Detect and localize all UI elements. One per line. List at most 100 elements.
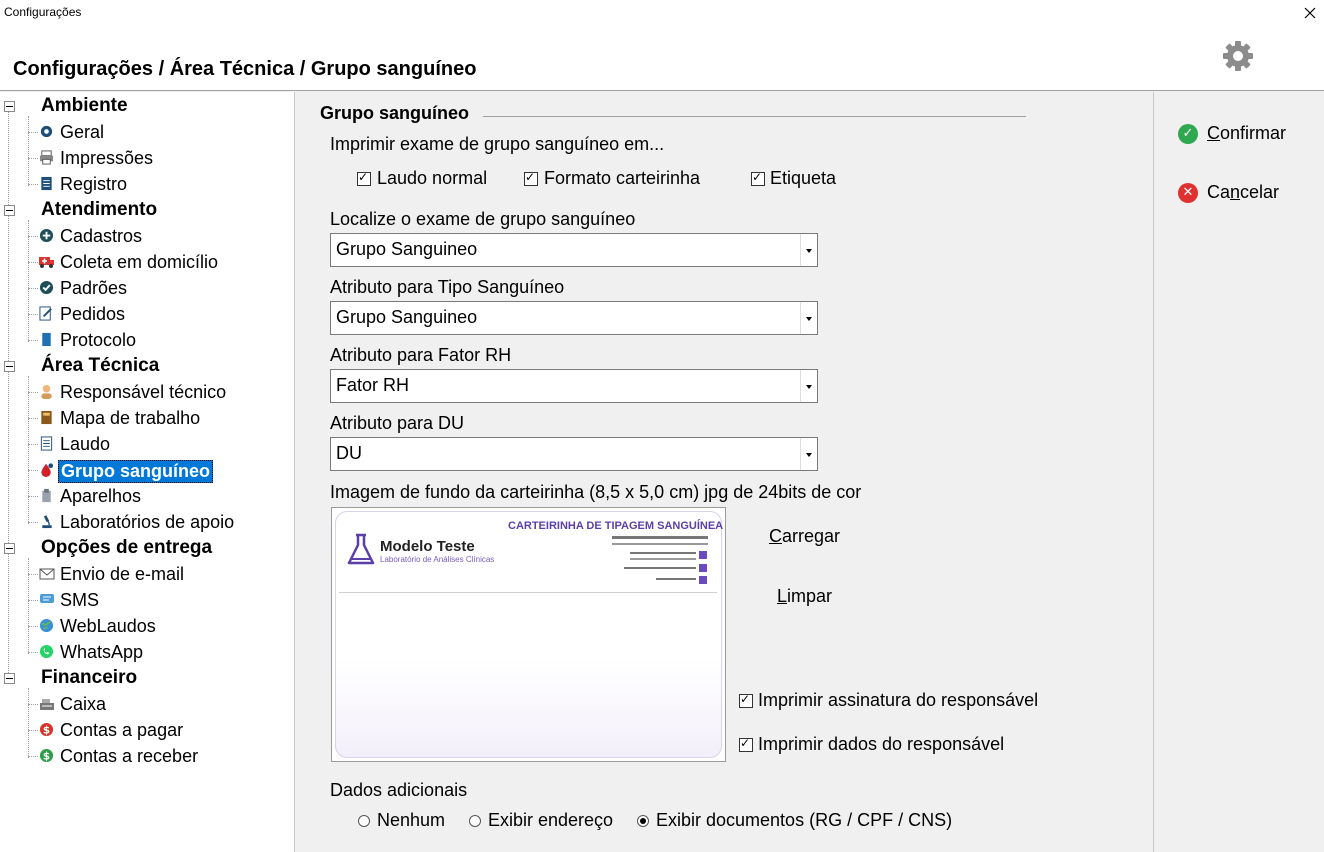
- globe-icon: [38, 617, 55, 634]
- du-select[interactable]: DU: [330, 437, 818, 471]
- cancel-mnemonic: n: [1230, 182, 1241, 202]
- sidebar-item-contas-pagar[interactable]: Contas a pagar: [60, 720, 183, 741]
- tree-line: [28, 626, 38, 627]
- sidebar-item-mapa-trabalho[interactable]: Mapa de trabalho: [60, 408, 200, 429]
- section-area-tecnica[interactable]: Área Técnica: [41, 355, 159, 377]
- window-title: Configurações: [4, 5, 82, 19]
- tree-line: [28, 688, 29, 758]
- expander-area-tecnica[interactable]: [4, 361, 15, 372]
- chevron-down-icon[interactable]: [800, 234, 817, 266]
- tipo-value: Grupo Sanguineo: [336, 307, 478, 327]
- section-financeiro[interactable]: Financeiro: [41, 667, 137, 689]
- confirm-label: onfirmar: [1220, 123, 1287, 143]
- tree-line: [8, 104, 9, 681]
- check-icon: ✓: [1178, 123, 1198, 144]
- sidebar-item-whatsapp[interactable]: WhatsApp: [60, 642, 143, 663]
- formato-carteirinha-label[interactable]: Formato carteirinha: [544, 168, 700, 189]
- whatsapp-icon: [38, 643, 55, 660]
- expander-atendimento[interactable]: [4, 205, 15, 216]
- card-title: CARTEIRINHA DE TIPAGEM SANGUÍNEA: [508, 520, 724, 532]
- cancel-label-post: celar: [1240, 182, 1280, 202]
- sidebar-item-coleta-domicilio[interactable]: Coleta em domicílio: [60, 252, 218, 273]
- section-ambiente[interactable]: Ambiente: [41, 95, 128, 117]
- tree-line: [28, 730, 38, 731]
- tree-line: [28, 158, 38, 159]
- close-circle-icon: ✕: [1178, 182, 1198, 203]
- limpar-label: impar: [787, 586, 833, 606]
- print-label: Imprimir exame de grupo sanguíneo em...: [330, 134, 665, 154]
- fator-select[interactable]: Fator RH: [330, 369, 818, 403]
- radio-exibir-endereco-label[interactable]: Exibir endereço: [488, 810, 613, 831]
- print-data-label[interactable]: Imprimir dados do responsável: [758, 734, 1004, 755]
- printer-icon: [38, 149, 55, 166]
- close-button[interactable]: [1296, 0, 1324, 26]
- close-icon: [1304, 7, 1316, 19]
- confirm-mnemonic: C: [1207, 123, 1220, 143]
- svg-text:$: $: [43, 724, 50, 736]
- tree-line: [28, 600, 38, 601]
- limpar-button[interactable]: Limpar: [777, 586, 832, 607]
- card-detail-line: [630, 558, 696, 560]
- sidebar-item-sms[interactable]: SMS: [60, 590, 99, 611]
- expander-financeiro[interactable]: [4, 673, 15, 684]
- sidebar-item-impressoes[interactable]: Impressões: [60, 148, 153, 169]
- radio-nenhum[interactable]: [358, 815, 370, 827]
- tree-line: [28, 376, 29, 524]
- chevron-down-icon[interactable]: [800, 438, 817, 470]
- sidebar-item-cadastros[interactable]: Cadastros: [60, 226, 142, 247]
- card-detail-line: [624, 567, 696, 569]
- confirm-button[interactable]: ✓ Confirmar: [1178, 123, 1286, 144]
- cancel-button[interactable]: ✕ Cancelar: [1178, 182, 1279, 203]
- sidebar-item-responsavel-tecnico[interactable]: Responsável técnico: [60, 382, 226, 403]
- radio-nenhum-label[interactable]: Nenhum: [377, 810, 445, 831]
- tree-line: [28, 236, 38, 237]
- sidebar-item-weblaudos[interactable]: WebLaudos: [60, 616, 156, 637]
- laudo-normal-label[interactable]: Laudo normal: [377, 168, 487, 189]
- gear-icon[interactable]: [1218, 38, 1258, 78]
- carregar-mnemonic: C: [769, 526, 782, 546]
- du-label: Atributo para DU: [330, 413, 465, 433]
- tree-line: [28, 470, 38, 471]
- protocol-icon: [38, 331, 55, 348]
- tipo-select[interactable]: Grupo Sanguineo: [330, 301, 818, 335]
- sidebar-item-contas-receber[interactable]: Contas a receber: [60, 746, 198, 767]
- sidebar-item-registro[interactable]: Registro: [60, 174, 127, 195]
- radio-exibir-documentos[interactable]: [637, 815, 649, 827]
- sidebar-item-pedidos[interactable]: Pedidos: [60, 304, 125, 325]
- section-opcoes-entrega[interactable]: Opções de entrega: [41, 537, 212, 559]
- print-signature-checkbox[interactable]: [739, 692, 753, 708]
- sidebar-item-laboratorios-apoio[interactable]: Laboratórios de apoio: [60, 512, 234, 533]
- title-bar: [0, 0, 1324, 30]
- etiqueta-label[interactable]: Etiqueta: [770, 168, 836, 189]
- location-icon: [699, 551, 707, 559]
- etiqueta-checkbox[interactable]: [751, 170, 765, 186]
- radio-exibir-endereco[interactable]: [469, 815, 481, 827]
- settings-tree[interactable]: Ambiente Geral Impressões Registro Atend…: [0, 92, 295, 852]
- sidebar-item-envio-email[interactable]: Envio de e-mail: [60, 564, 184, 585]
- sms-icon: [38, 591, 55, 608]
- tree-line: [28, 392, 38, 393]
- chevron-down-icon[interactable]: [800, 302, 817, 334]
- print-signature-label[interactable]: Imprimir assinatura do responsável: [758, 690, 1038, 711]
- book-icon: [38, 409, 55, 426]
- laudo-normal-checkbox[interactable]: [357, 170, 371, 186]
- sidebar-item-padroes[interactable]: Padrões: [60, 278, 127, 299]
- sidebar-item-laudo[interactable]: Laudo: [60, 434, 110, 455]
- card-brand-name: Modelo Teste: [380, 538, 475, 555]
- expander-ambiente[interactable]: [4, 101, 15, 112]
- chevron-down-icon[interactable]: [800, 370, 817, 402]
- expander-opcoes-entrega[interactable]: [4, 543, 15, 554]
- check-circle-icon: [38, 279, 55, 296]
- locate-exam-select[interactable]: Grupo Sanguineo: [330, 233, 818, 267]
- tree-line: [28, 418, 38, 419]
- print-data-checkbox[interactable]: [739, 736, 753, 752]
- sidebar-item-grupo-sanguineo[interactable]: Grupo sanguíneo: [58, 460, 214, 483]
- sidebar-item-aparelhos[interactable]: Aparelhos: [60, 486, 141, 507]
- carregar-button[interactable]: Carregar: [769, 526, 840, 547]
- sidebar-item-geral[interactable]: Geral: [60, 122, 104, 143]
- sidebar-item-protocolo[interactable]: Protocolo: [60, 330, 136, 351]
- radio-exibir-documentos-label[interactable]: Exibir documentos (RG / CPF / CNS): [656, 810, 952, 831]
- section-atendimento[interactable]: Atendimento: [41, 199, 157, 221]
- sidebar-item-caixa[interactable]: Caixa: [60, 694, 106, 715]
- formato-carteirinha-checkbox[interactable]: [524, 170, 538, 186]
